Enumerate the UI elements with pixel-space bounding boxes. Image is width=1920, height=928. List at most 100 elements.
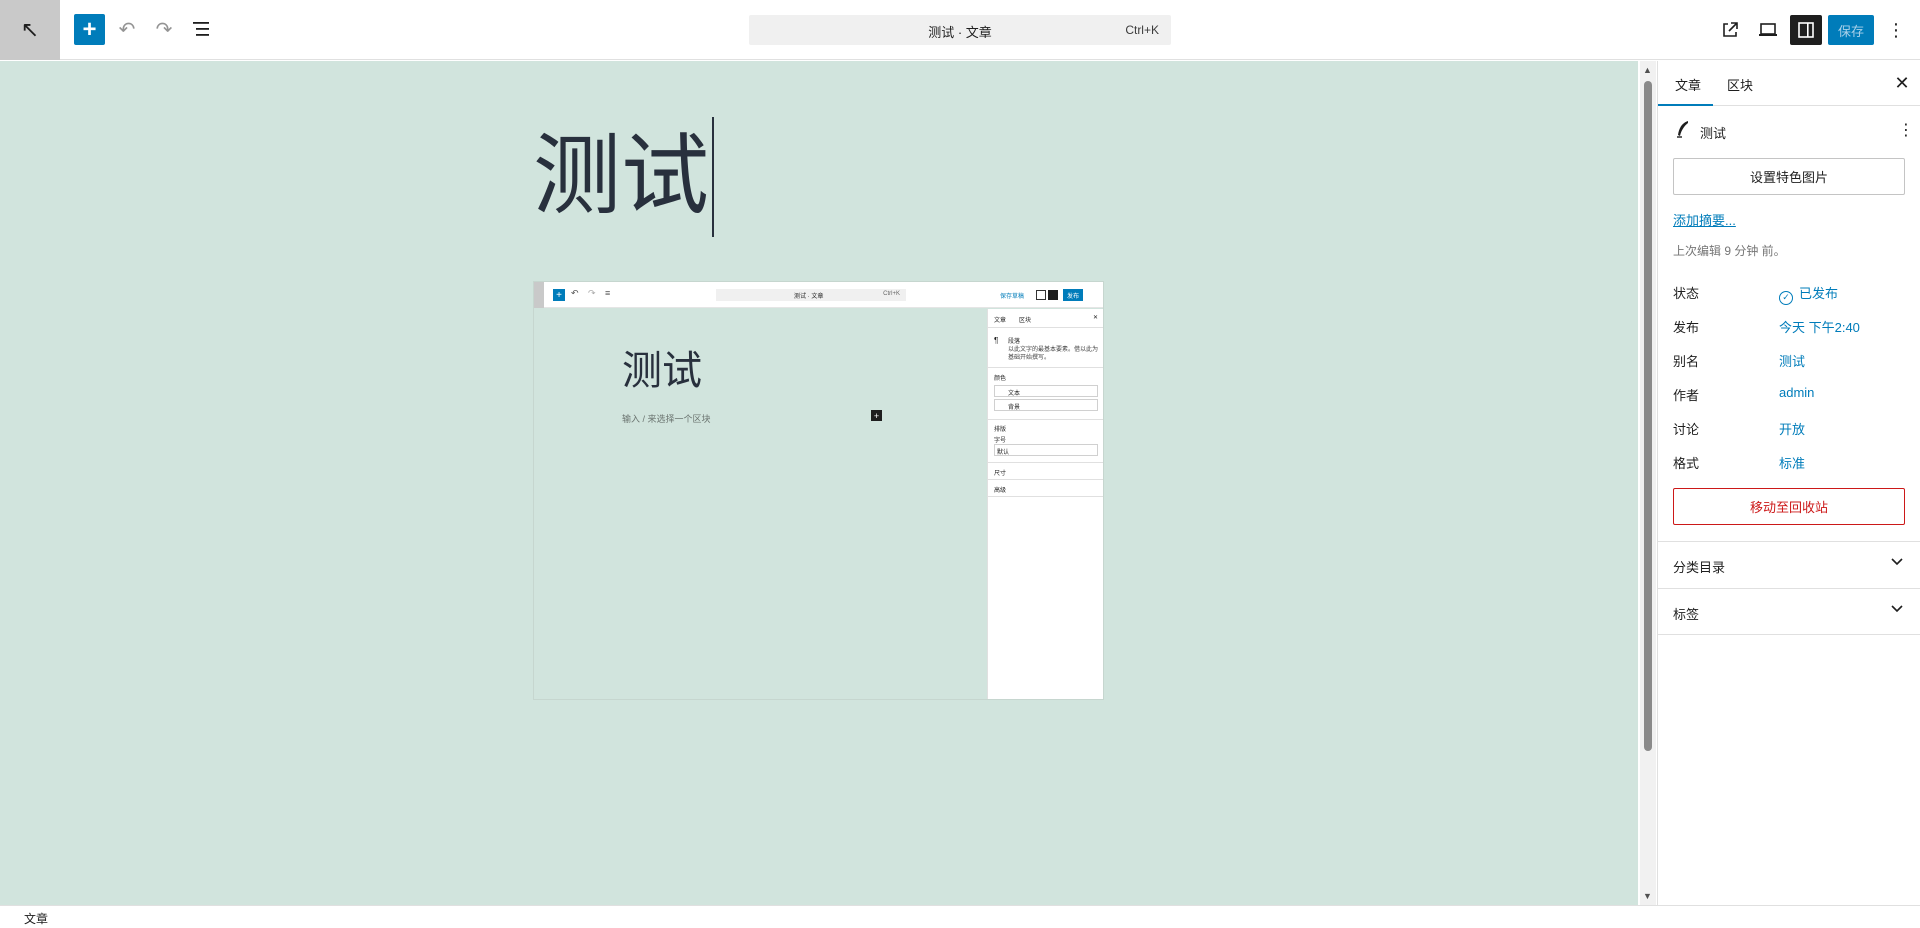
sidebar-tabs: 文章 区块 ✕: [1658, 61, 1920, 106]
image-undo-icon: ↶: [571, 288, 579, 298]
image-settings-icon: [1048, 290, 1058, 300]
tags-panel-toggle[interactable]: 标签: [1658, 588, 1920, 635]
image-redo-icon: ↷: [588, 288, 596, 298]
set-featured-image-button[interactable]: 设置特色图片: [1673, 158, 1905, 195]
image-device-icon: [1036, 290, 1046, 300]
sidebar-icon: [1798, 22, 1814, 38]
meta-row-slug: 别名 测试: [1673, 349, 1905, 369]
list-view-icon: [193, 22, 209, 36]
post-title-input[interactable]: 测试: [533, 123, 709, 229]
publish-date-value[interactable]: 今天 下午2:40: [1779, 317, 1860, 336]
scroll-down-icon[interactable]: ▼: [1643, 891, 1652, 901]
meta-key: 状态: [1673, 286, 1700, 301]
image-block-desc: 以此文字的最基本要素。借以此为基础开始撰写。: [1008, 347, 1099, 361]
image-post-title: 测试: [622, 348, 702, 394]
meta-key: 格式: [1673, 456, 1700, 471]
settings-sidebar: 文章 区块 ✕ 测试 ⋮ 设置特色图片 添加摘要... 上次编辑 9 分钟 前。…: [1657, 61, 1920, 905]
device-preview-button[interactable]: [1752, 14, 1784, 46]
plus-icon: +: [82, 15, 97, 43]
shortcut-hint: Ctrl+K: [1125, 23, 1159, 37]
desktop-icon: [1759, 23, 1777, 36]
chevron-down-icon: [1891, 558, 1903, 566]
post-name: 测试: [1700, 126, 1727, 141]
image-tab-block: 区块: [1019, 318, 1032, 324]
meta-row-format: 格式 标准: [1673, 451, 1905, 471]
image-block-name: 段落: [1008, 339, 1021, 345]
block-breadcrumb-bar: 文章: [0, 905, 1920, 928]
document-overview-button[interactable]: [186, 13, 218, 45]
discussion-value[interactable]: 开放: [1779, 419, 1805, 438]
tab-block[interactable]: 区块: [1727, 75, 1753, 94]
breadcrumb-item[interactable]: 文章: [24, 910, 48, 927]
meta-key: 讨论: [1673, 422, 1700, 437]
meta-row-publish: 发布 今天 下午2:40: [1673, 315, 1905, 335]
scroll-up-icon[interactable]: ▲: [1643, 65, 1652, 75]
post-summary-row: 测试 ⋮: [1676, 119, 1914, 143]
settings-toggle-button[interactable]: [1790, 15, 1822, 45]
image-default-label: 默认: [997, 450, 1010, 456]
undo-button[interactable]: ↶: [111, 13, 143, 45]
document-title: 测试 · 文章: [928, 25, 992, 40]
post-actions-icon[interactable]: ⋮: [1898, 120, 1914, 140]
panel-label: 标签: [1673, 607, 1700, 622]
image-listview-icon: ≡: [605, 288, 611, 298]
editor-header: ↖ + ↶ ↷ 测试 · 文章 Ctrl+K 保存 ⋮: [0, 0, 1920, 60]
back-to-dashboard-button[interactable]: ↖: [0, 0, 60, 60]
options-menu-button[interactable]: ⋮: [1880, 14, 1912, 46]
image-paragraph-icon: ¶: [994, 336, 999, 345]
external-link-icon: [1723, 22, 1738, 37]
image-editor-header: + ↶ ↷ ≡ 测试 · 文章 Ctrl+K 保存草稿 发布: [534, 282, 1103, 308]
image-doc-bar: 测试 · 文章 Ctrl+K: [716, 289, 906, 301]
tab-post[interactable]: 文章: [1675, 75, 1701, 94]
image-sidebar: 文章 区块 ✕ ¶ 段落 以此文字的最基本要素。借以此为基础开始撰写。 颜色 文…: [987, 309, 1103, 699]
chevron-down-icon: [1891, 605, 1903, 613]
add-excerpt-link[interactable]: 添加摘要...: [1673, 210, 1736, 229]
canvas-scrollbar[interactable]: ▲ ▼: [1640, 61, 1656, 905]
image-save-draft: 保存草稿: [1000, 294, 1025, 300]
last-edited-text: 上次编辑 9 分钟 前。: [1673, 244, 1786, 258]
image-block[interactable]: + ↶ ↷ ≡ 测试 · 文章 Ctrl+K 保存草稿 发布 测试 输入 / 来…: [533, 281, 1104, 700]
command-palette-bar[interactable]: 测试 · 文章 Ctrl+K: [749, 15, 1171, 45]
editor-canvas[interactable]: 测试 + ↶ ↷ ≡ 测试 · 文章 Ctrl+K 保存草稿 发布 测试 输入 …: [0, 61, 1638, 905]
image-color-label: 颜色: [994, 376, 1007, 382]
image-typography-label: 排版: [994, 427, 1007, 433]
undo-icon: ↶: [118, 18, 136, 41]
image-inline-plus-icon: +: [871, 410, 882, 421]
image-block-hint: 输入 / 来选择一个区块: [622, 414, 711, 424]
image-font-size-label: 字号: [994, 438, 1007, 444]
image-text-label: 文本: [1008, 391, 1021, 397]
image-shortcut: Ctrl+K: [883, 291, 900, 297]
scrollbar-thumb[interactable]: [1644, 81, 1652, 751]
image-doc-title: 测试 · 文章: [794, 294, 824, 300]
save-button[interactable]: 保存: [1828, 15, 1874, 45]
author-value[interactable]: admin: [1779, 385, 1814, 400]
meta-row-author: 作者 admin: [1673, 383, 1905, 403]
image-advanced-label: 高级: [994, 488, 1007, 494]
categories-panel-toggle[interactable]: 分类目录: [1658, 541, 1920, 588]
post-feather-icon: [1677, 121, 1688, 138]
image-back-button: [534, 282, 544, 308]
image-dimensions-label: 尺寸: [994, 471, 1007, 477]
meta-key: 作者: [1673, 388, 1700, 403]
move-to-trash-button[interactable]: 移动至回收站: [1673, 488, 1905, 525]
status-value-text: 已发布: [1799, 286, 1839, 301]
close-sidebar-icon[interactable]: ✕: [1890, 71, 1914, 95]
image-publish-button: 发布: [1063, 289, 1083, 301]
text-caret: [712, 117, 714, 237]
meta-key: 别名: [1673, 354, 1700, 369]
active-tab-indicator: [1658, 104, 1713, 106]
image-tab-post: 文章: [994, 318, 1007, 324]
meta-row-discussion: 讨论 开放: [1673, 417, 1905, 437]
meta-row-status: 状态 ✓ 已发布: [1673, 281, 1905, 305]
view-post-button[interactable]: [1714, 14, 1746, 46]
image-bg-label: 背景: [1008, 405, 1021, 411]
block-inserter-button[interactable]: +: [74, 14, 105, 45]
check-circle-icon: ✓: [1779, 291, 1793, 305]
meta-key: 发布: [1673, 320, 1700, 335]
arrow-up-left-icon: ↖: [20, 17, 40, 42]
status-value[interactable]: ✓ 已发布: [1779, 283, 1838, 305]
image-close-icon: ✕: [1093, 315, 1099, 321]
format-value[interactable]: 标准: [1779, 453, 1805, 472]
slug-value[interactable]: 测试: [1779, 351, 1805, 370]
redo-button[interactable]: ↷: [148, 13, 180, 45]
